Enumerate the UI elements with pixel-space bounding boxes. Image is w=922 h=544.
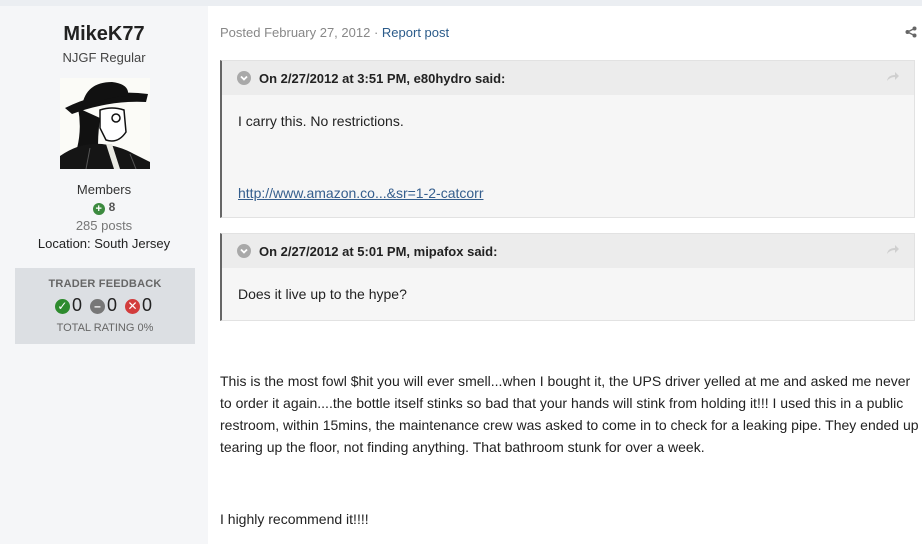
reply-arrow-icon[interactable] [886,244,900,256]
quote-citation: On 2/27/2012 at 5:01 PM, mipafox said: [259,244,498,259]
feedback-title: TRADER FEEDBACK [48,278,162,290]
total-rating: TOTAL RATING 0% [56,322,154,334]
author-title: NJGF Regular [62,50,146,65]
minus-icon: – [89,299,105,314]
quote-link[interactable]: http://www.amazon.co...&sr=1-2-catcorr [238,185,483,201]
cross-icon: ✕ [125,299,141,314]
quote-text: I carry this. No restrictions. [238,113,404,129]
posted-date: Posted February 27, 2012 [220,25,371,40]
share-icon[interactable] [905,26,917,38]
report-post-link[interactable]: Report post [382,25,449,40]
member-group: Members [76,182,132,197]
author-panel: MikeK77 NJGF Regular Members + 8 285 pos… [0,6,208,544]
positive-count: 0 [71,295,82,315]
avatar[interactable] [60,78,150,169]
quote-block: On 2/27/2012 at 5:01 PM, mipafox said: D… [220,233,915,321]
reputation: +8 [0,200,208,215]
quote-header: On 2/27/2012 at 3:51 PM, e80hydro said: [222,61,914,95]
post-body: This is the most fowl $hit you will ever… [220,373,919,455]
neutral-count: 0 [106,295,117,315]
post-closing: I highly recommend it!!!! [220,511,369,527]
quote-citation: On 2/27/2012 at 3:51 PM, e80hydro said: [259,71,506,86]
chevron-down-icon[interactable] [237,71,251,85]
location: Location: South Jersey [37,236,171,251]
trader-feedback-box: TRADER FEEDBACK ✓ 0 –0 ✕ 0 TOTAL RATING 0% [15,268,195,344]
quote-block: On 2/27/2012 at 3:51 PM, e80hydro said: … [220,60,915,218]
feedback-counts: ✓ 0 –0 ✕ 0 [15,295,195,315]
meta-separator: · [373,25,379,40]
reputation-count: 8 [108,200,116,214]
post-meta: Posted February 27, 2012 · Report post [220,25,449,40]
reply-arrow-icon[interactable] [886,71,900,83]
post-count: 285 posts [75,218,133,233]
quote-text: Does it live up to the hype? [238,286,407,302]
quote-header: On 2/27/2012 at 5:01 PM, mipafox said: [222,234,914,268]
author-name[interactable]: MikeK77 [0,23,208,46]
check-icon: ✓ [54,299,70,314]
forum-post: MikeK77 NJGF Regular Members + 8 285 pos… [0,6,922,544]
chevron-down-icon[interactable] [237,244,251,258]
negative-count: 0 [142,295,153,315]
plus-circle-icon: + [92,203,105,215]
avatar-image [60,78,150,169]
